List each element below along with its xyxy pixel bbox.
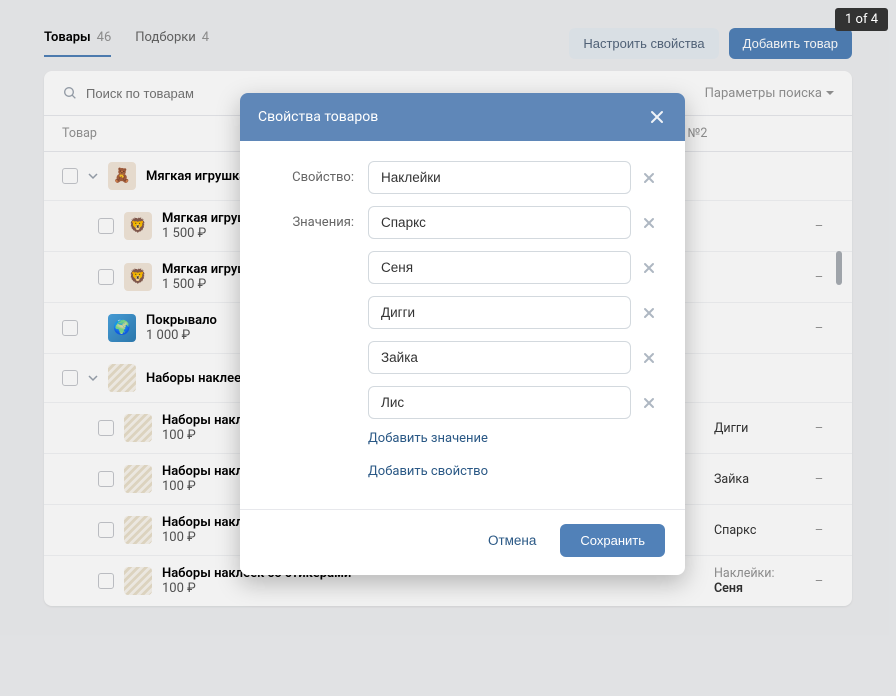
prop2-cell: – bbox=[804, 523, 834, 538]
clear-icon[interactable] bbox=[641, 215, 657, 231]
product-thumb bbox=[124, 516, 152, 544]
value-input-wrap bbox=[368, 341, 657, 374]
value-input[interactable] bbox=[368, 206, 631, 239]
checkbox[interactable] bbox=[62, 320, 78, 336]
tab-selections-label: Подборки bbox=[135, 30, 196, 45]
modal-title: Свойства товаров bbox=[258, 109, 378, 125]
prop1-cell: Дигги bbox=[714, 421, 794, 436]
chevron-down-icon bbox=[826, 91, 834, 95]
prop2-cell: – bbox=[804, 472, 834, 487]
search-icon bbox=[62, 85, 78, 101]
prop2-cell: – bbox=[804, 574, 834, 589]
prop1-cell: Спаркс bbox=[714, 523, 794, 538]
product-thumb: 🦁 bbox=[124, 263, 152, 291]
tabs: Товары 46 Подборки 4 bbox=[44, 30, 209, 57]
expand-toggle[interactable] bbox=[88, 373, 98, 383]
product-thumb: 🧸 bbox=[108, 162, 136, 190]
value-input-wrap bbox=[368, 386, 657, 419]
value-row bbox=[268, 296, 657, 329]
modal-footer: Отмена Сохранить bbox=[240, 509, 685, 575]
value-row: Значения: bbox=[268, 206, 657, 239]
checkbox[interactable] bbox=[98, 269, 114, 285]
save-button[interactable]: Сохранить bbox=[560, 524, 665, 557]
checkbox[interactable] bbox=[62, 370, 78, 386]
tab-products[interactable]: Товары 46 bbox=[44, 30, 111, 57]
value-row bbox=[268, 251, 657, 284]
property-label: Свойство: bbox=[268, 170, 354, 185]
value-input[interactable] bbox=[368, 386, 631, 419]
prop2-cell: – bbox=[804, 421, 834, 436]
scrollbar-thumb[interactable] bbox=[836, 251, 842, 285]
values-label: Значения: bbox=[268, 215, 354, 230]
slide-counter: 1 of 4 bbox=[835, 8, 888, 31]
configure-properties-button[interactable]: Настроить свойства bbox=[569, 28, 718, 59]
prop1-cell: Зайка bbox=[714, 472, 794, 487]
add-property-row: Добавить свойство bbox=[368, 464, 657, 479]
header-buttons: Настроить свойства Добавить товар bbox=[569, 28, 852, 59]
modal-body: Свойство: Значения: bbox=[240, 141, 685, 509]
checkbox[interactable] bbox=[98, 522, 114, 538]
value-input[interactable] bbox=[368, 341, 631, 374]
cancel-button[interactable]: Отмена bbox=[478, 525, 546, 556]
product-thumb bbox=[108, 364, 136, 392]
search-parameters-label: Параметры поиска bbox=[705, 86, 822, 101]
value-row bbox=[268, 341, 657, 374]
prop1-value: Сеня bbox=[714, 581, 743, 596]
prop2-cell: – bbox=[804, 270, 834, 285]
tab-selections[interactable]: Подборки 4 bbox=[135, 30, 209, 57]
add-property-link[interactable]: Добавить свойство bbox=[368, 464, 488, 479]
clear-icon[interactable] bbox=[641, 350, 657, 366]
product-thumb bbox=[124, 414, 152, 442]
checkbox[interactable] bbox=[98, 573, 114, 589]
property-input[interactable] bbox=[368, 161, 631, 194]
value-input[interactable] bbox=[368, 251, 631, 284]
product-thumb: 🌍 bbox=[108, 314, 136, 342]
add-value-link[interactable]: Добавить значение bbox=[368, 431, 488, 446]
scrollbar-track[interactable] bbox=[836, 217, 842, 647]
close-icon[interactable] bbox=[647, 107, 667, 127]
add-product-button[interactable]: Добавить товар bbox=[729, 28, 852, 59]
checkbox[interactable] bbox=[98, 471, 114, 487]
prop2-cell: – bbox=[804, 219, 834, 234]
property-row: Свойство: bbox=[268, 161, 657, 194]
tab-selections-count: 4 bbox=[202, 30, 209, 45]
value-input[interactable] bbox=[368, 296, 631, 329]
value-input-wrap bbox=[368, 251, 657, 284]
modal-header: Свойства товаров bbox=[240, 93, 685, 141]
checkbox[interactable] bbox=[98, 420, 114, 436]
value-input-wrap bbox=[368, 296, 657, 329]
clear-icon[interactable] bbox=[641, 260, 657, 276]
prop1-cell: Наклейки: Сеня bbox=[714, 566, 794, 596]
property-input-wrap bbox=[368, 161, 657, 194]
checkbox[interactable] bbox=[62, 168, 78, 184]
expand-toggle[interactable] bbox=[88, 171, 98, 181]
clear-icon[interactable] bbox=[641, 305, 657, 321]
checkbox[interactable] bbox=[98, 218, 114, 234]
tab-products-count: 46 bbox=[97, 30, 112, 45]
product-thumb bbox=[124, 465, 152, 493]
prop2-cell: – bbox=[804, 321, 834, 336]
item-price: 100 ₽ bbox=[162, 581, 704, 596]
product-thumb: 🦁 bbox=[124, 212, 152, 240]
header-row: Товары 46 Подборки 4 Настроить свойства … bbox=[44, 28, 852, 59]
tab-products-label: Товары bbox=[44, 30, 91, 45]
product-thumb bbox=[124, 567, 152, 595]
properties-modal: Свойства товаров Свойство: Значения: bbox=[240, 93, 685, 575]
add-value-row: Добавить значение bbox=[368, 431, 657, 446]
clear-icon[interactable] bbox=[641, 170, 657, 186]
search-parameters[interactable]: Параметры поиска bbox=[705, 86, 834, 101]
clear-icon[interactable] bbox=[641, 395, 657, 411]
prop1-prefix: Наклейки: bbox=[714, 566, 775, 581]
value-input-wrap bbox=[368, 206, 657, 239]
value-row bbox=[268, 386, 657, 419]
